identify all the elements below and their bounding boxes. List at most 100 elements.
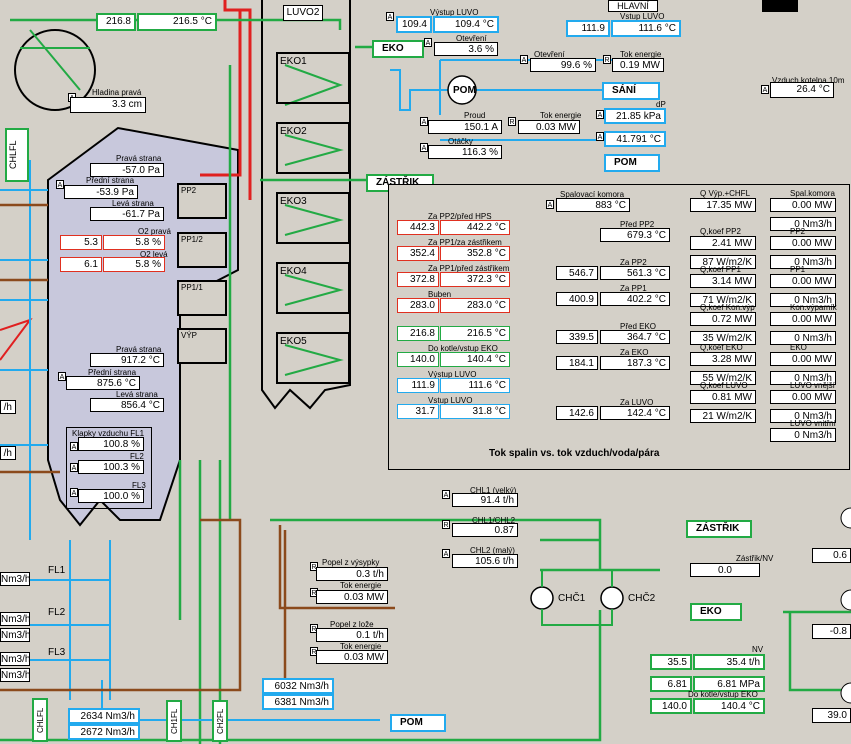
dp2-value: 41.791 °C: [604, 131, 666, 147]
pom-arrow-tag-2[interactable]: POM: [390, 714, 446, 732]
eko4[interactable]: EKO4: [276, 262, 350, 314]
panel-q-label: Q,koef PP1: [700, 265, 741, 274]
eko-arrow-tag-2[interactable]: EKO: [690, 603, 742, 621]
fl1-valve-label[interactable]: FL1: [48, 566, 65, 576]
panel-left-b: 31.8 °C: [440, 404, 510, 419]
left-edge-3: Nm3/h: [0, 652, 30, 666]
fl3-value: 100.0 %: [78, 489, 144, 503]
panel-mid-b: 679.3 °C: [600, 228, 670, 242]
luvo-out-a: 109.4: [396, 16, 432, 33]
left-edge-0: Nm3/h: [0, 572, 30, 586]
edge-value-3: 39.0: [812, 708, 851, 723]
eko3[interactable]: EKO3: [276, 192, 350, 244]
panel-left-a: 31.7: [397, 404, 439, 419]
p-a: 6.81: [650, 676, 692, 692]
eko1-label: EKO1: [280, 56, 307, 67]
luvo2-tag[interactable]: LUVO2: [283, 5, 323, 21]
panel-mid-a: 400.9: [556, 292, 598, 306]
a-tag: A: [596, 110, 604, 119]
t-prava-value: 917.2 °C: [90, 353, 164, 367]
tlak-predni-value: -53.9 Pa: [64, 185, 138, 199]
chc2-pump: [600, 586, 624, 610]
otacky-value: 116.3 %: [428, 145, 502, 159]
panel-mid-b: 364.7 °C: [600, 330, 670, 344]
opening-value: 3.6 %: [434, 42, 498, 56]
panel-q-label: Q,koef EKO: [700, 343, 743, 352]
panel-mid-b: 402.2 °C: [600, 292, 670, 306]
panel-left-b: 140.4 °C: [440, 352, 510, 367]
pump-energy-value: 0.19 MW: [612, 58, 664, 72]
zastrik-arrow-tag-2[interactable]: ZÁSTŘIK: [686, 520, 752, 538]
hlavni-tag[interactable]: HLAVNÍ: [608, 0, 658, 12]
panel-right-value: 0.00 MW: [770, 352, 836, 366]
pump-open-value: 99.6 %: [530, 58, 596, 72]
panel-right-label: Kon.výparník: [790, 303, 837, 312]
eko5-label: EKO5: [280, 336, 307, 347]
panel-left-b: 283.0 °C: [440, 298, 510, 313]
do-kotle-b: 140.4 °C: [693, 698, 765, 714]
panel-q-value: 2.41 MW: [690, 236, 756, 250]
panel-left-a: 216.8: [397, 326, 439, 341]
edge-value-2: -0.8: [812, 624, 851, 639]
popel-energy2-value: 0.03 MW: [316, 650, 388, 664]
proud-value: 150.1 A: [428, 120, 502, 134]
r-tag: R: [603, 55, 611, 64]
chlfl-tag[interactable]: CHLFL: [5, 128, 29, 182]
fl2-valve-label[interactable]: FL2: [48, 608, 65, 618]
a-tag: A: [424, 38, 432, 47]
pump-name[interactable]: POM: [453, 86, 476, 96]
pom-arrow-tag[interactable]: POM: [604, 154, 660, 172]
chl2-value: 105.6 t/h: [452, 554, 518, 568]
chc2-label[interactable]: CHČ2: [628, 594, 655, 604]
eko5[interactable]: EKO5: [276, 332, 350, 384]
panel-right-value: 0.00 MW: [770, 274, 836, 288]
popel2-value: 0.1 t/h: [316, 628, 388, 642]
a-tag: A: [70, 463, 78, 472]
chlfl-tag-2[interactable]: CHLFL: [32, 698, 48, 742]
fl3-valve-label[interactable]: FL3: [48, 648, 65, 658]
t-predni-value: 875.6 °C: [66, 376, 140, 390]
sani-arrow-tag[interactable]: SÁNÍ: [602, 82, 660, 100]
panel-q-label: Q Výp.+CHFL: [700, 189, 751, 198]
panel-q-coef: 21 W/m2/K: [690, 409, 756, 423]
panel-q-label: Q,koef Kon.výp: [700, 303, 755, 312]
kotelna-value: 26.4 °C: [770, 82, 834, 98]
panel-right-label: LUVO vnější: [790, 381, 835, 390]
dp-value: 21.85 kPa: [604, 108, 666, 124]
heater-vyp[interactable]: VÝP: [177, 328, 227, 364]
panel-mid-a: 339.5: [556, 330, 598, 344]
o2p-b: 5.8 %: [103, 235, 165, 250]
spal-value: 883 °C: [556, 198, 630, 212]
a-tag: A: [442, 549, 450, 558]
nv-b: 35.4 t/h: [693, 654, 765, 670]
heater-pp1-1[interactable]: PP1/1: [177, 280, 227, 316]
eko4-label: EKO4: [280, 266, 307, 277]
tlak-leva-value: -61.7 Pa: [90, 207, 164, 221]
nv-a: 35.5: [650, 654, 692, 670]
heater-pp1-2-label: PP1/2: [181, 235, 203, 244]
chc1-label[interactable]: CHČ1: [558, 594, 585, 604]
heater-pp2-label: PP2: [181, 186, 197, 195]
luvo-out-b: 109.4 °C: [433, 16, 499, 33]
inlet-temp-a: 216.8: [96, 13, 136, 31]
panel-right-value: 0.00 MW: [770, 390, 836, 404]
ch1fl-tag[interactable]: CH1FL: [166, 700, 182, 742]
eko-arrow-tag[interactable]: EKO: [372, 40, 424, 58]
flow-2672: 2672 Nm3/h: [68, 724, 140, 740]
a-tag: A: [596, 132, 604, 141]
panel-mid-a: 546.7: [556, 266, 598, 280]
panel-right-value: 0.00 MW: [770, 312, 836, 326]
do-kotle-a: 140.0: [650, 698, 692, 714]
eko1[interactable]: EKO1: [276, 52, 350, 104]
panel-right-value: 0.00 MW: [770, 236, 836, 250]
panel-right-flow: 0 Nm3/h: [770, 428, 836, 442]
heater-pp2[interactable]: PP2: [177, 183, 227, 219]
popel-energy1-label: Tok energie: [340, 581, 382, 590]
panel-q-value: 3.28 MW: [690, 352, 756, 366]
panel-left-a: 442.3: [397, 220, 439, 235]
heater-pp1-2[interactable]: PP1/2: [177, 232, 227, 268]
ch2fl-tag[interactable]: CH2FL: [212, 700, 228, 742]
a-tag: A: [420, 117, 428, 126]
panel-mid-b: 561.3 °C: [600, 266, 670, 280]
eko2[interactable]: EKO2: [276, 122, 350, 174]
